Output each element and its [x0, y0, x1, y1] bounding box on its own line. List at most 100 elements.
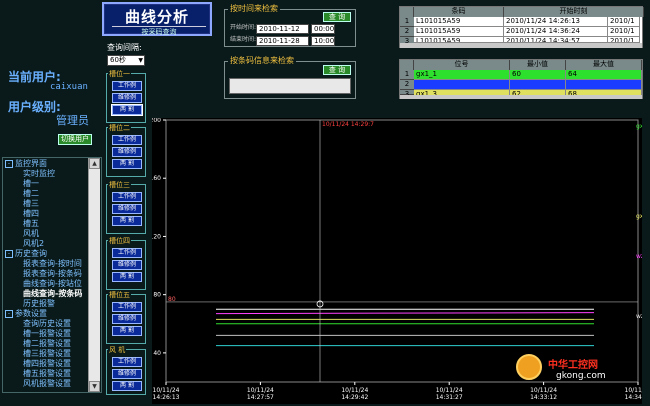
- table-cell[interactable]: L101015A59: [414, 17, 504, 27]
- start-time-field[interactable]: 00:00: [311, 24, 335, 34]
- barcode-col-header: 条码: [414, 7, 504, 17]
- table-cell: [414, 80, 510, 90]
- groove-button[interactable]: 维修例: [112, 147, 142, 157]
- groove-button[interactable]: 两 割: [112, 159, 142, 169]
- switch-user-button[interactable]: 切换用户: [58, 134, 92, 145]
- tree-group[interactable]: - 参数设置: [5, 309, 47, 318]
- tree-item[interactable]: 风机2: [23, 239, 44, 248]
- tree-item[interactable]: 报表查询-按条码: [23, 269, 82, 278]
- tree-item[interactable]: 查询历史设置: [23, 319, 71, 328]
- barcode-search-title: 按条码信息来检索: [228, 55, 296, 66]
- x-tick-date: 10/11/24: [153, 387, 180, 394]
- tree-item[interactable]: 报表查询-按时间: [23, 259, 82, 268]
- tree-item[interactable]: 槽一: [23, 179, 39, 188]
- groove-button[interactable]: 维修例: [112, 314, 142, 324]
- groove-button[interactable]: 维修例: [112, 93, 142, 103]
- table-cell[interactable]: 2010/1: [608, 27, 640, 37]
- tree-item-label: 风机报警设置: [23, 379, 71, 388]
- y-tick-label: 160: [152, 175, 161, 182]
- start-time-label: 开始时间:: [230, 24, 257, 31]
- tree-item[interactable]: 曲线查询-按条码: [23, 289, 82, 298]
- app-title-box: 曲线分析 按采码查询: [102, 2, 212, 36]
- start-date-field[interactable]: 2010-11-12: [256, 24, 309, 34]
- x-tick-time: 14:34:57: [625, 394, 642, 401]
- table-cell[interactable]: 2010/11/24 14:26:13: [504, 17, 608, 27]
- position-row-2[interactable]: [414, 80, 642, 90]
- groove-button[interactable]: 工作例: [112, 302, 142, 312]
- groove-button[interactable]: 两 割: [112, 216, 142, 226]
- barcode-query-button[interactable]: 查 询: [323, 65, 351, 75]
- tree-group[interactable]: - 监控界面: [5, 159, 47, 168]
- tree-item-label: 槽四: [23, 209, 39, 218]
- tree-item[interactable]: 槽五: [23, 219, 39, 228]
- tree-scrollbar[interactable]: ▲ ▼: [88, 158, 100, 392]
- tree-item[interactable]: 曲线查询-按站位: [23, 279, 82, 288]
- tree-item[interactable]: 实时监控: [23, 169, 55, 178]
- tree-item-label: 槽二: [23, 189, 39, 198]
- groove-button[interactable]: 工作例: [112, 135, 142, 145]
- tree-item[interactable]: 槽二: [23, 189, 39, 198]
- groove-button[interactable]: 工作例: [112, 81, 142, 91]
- barcode-input[interactable]: [229, 78, 351, 94]
- tree-item-label: 风机2: [23, 239, 45, 248]
- horizontal-scrollbar[interactable]: [400, 43, 642, 48]
- table-corner: [400, 60, 414, 70]
- scroll-up-icon[interactable]: ▲: [89, 158, 100, 169]
- tree-item-label: 曲线查询-按条码: [23, 289, 83, 298]
- time-query-button[interactable]: 查 询: [323, 12, 351, 22]
- right-axis-label: wz1_: [636, 313, 642, 320]
- tree-item-label: 监控界面: [15, 159, 47, 168]
- watermark-url: gkong.com: [556, 371, 606, 381]
- tree-item-label: 风机: [23, 229, 39, 238]
- query-interval-select[interactable]: 60秒 ▼: [107, 55, 145, 66]
- collapse-icon[interactable]: -: [5, 309, 13, 318]
- query-interval-label: 查询间隔:: [107, 43, 142, 52]
- groove-button[interactable]: 两 割: [111, 104, 143, 116]
- tree-item[interactable]: 槽一报警设置: [23, 329, 71, 338]
- tree-group[interactable]: - 历史查询: [5, 249, 47, 258]
- groove-title: 槽位二: [108, 123, 131, 133]
- table-cell[interactable]: L101015A59: [414, 27, 504, 37]
- groove-button[interactable]: 维修例: [112, 260, 142, 270]
- tree-item[interactable]: 槽四报警设置: [23, 359, 71, 368]
- groove-title: 槽位五: [108, 290, 131, 300]
- groove-button[interactable]: 工作例: [112, 248, 142, 258]
- tree-item[interactable]: 槽五报警设置: [23, 369, 71, 378]
- groove-button[interactable]: 工作例: [112, 357, 142, 367]
- end-date-field[interactable]: 2010-11-28: [256, 36, 309, 46]
- horizontal-scrollbar[interactable]: [400, 95, 642, 99]
- collapse-icon[interactable]: -: [5, 249, 13, 258]
- table-cell[interactable]: 2010/11/24 14:36:24: [504, 27, 608, 37]
- tree-item-label: 槽四报警设置: [23, 359, 71, 368]
- time-search-title: 按时间来检索: [228, 3, 280, 14]
- collapse-icon[interactable]: -: [5, 159, 13, 168]
- navigation-tree: - 监控界面 实时监控 槽一 槽二 槽三 槽四 槽五 风机 风机2- 历史查询 报表查询-按时间 报表查…: [2, 157, 102, 393]
- tree-item[interactable]: 槽四: [23, 209, 39, 218]
- groove-button[interactable]: 维修例: [112, 369, 142, 379]
- groove-button[interactable]: 两 割: [112, 326, 142, 336]
- x-tick-date: 10/11/24: [625, 387, 642, 394]
- table-cell: 60: [510, 70, 566, 80]
- groove-title: 槽位四: [108, 236, 131, 246]
- barcode-table: 条码 开始时刻 1 L101015A59 2010/11/24 14:26:13…: [399, 6, 644, 48]
- tree-item[interactable]: 历史报警: [23, 299, 55, 308]
- table-cell: gx1_1: [414, 70, 510, 80]
- table-cell[interactable]: 2010/1: [608, 17, 640, 27]
- groove-button[interactable]: 两 割: [112, 381, 142, 391]
- tree-item[interactable]: 槽二报警设置: [23, 339, 71, 348]
- groove-button[interactable]: 工作例: [112, 192, 142, 202]
- tree-item[interactable]: 风机: [23, 229, 39, 238]
- end-time-field[interactable]: 10:00: [311, 36, 335, 46]
- x-tick-date: 10/11/24: [341, 387, 368, 394]
- tree-item[interactable]: 槽三: [23, 199, 39, 208]
- groove-button[interactable]: 两 割: [112, 272, 142, 282]
- tree-item[interactable]: 风机报警设置: [23, 379, 71, 388]
- scroll-down-icon[interactable]: ▼: [89, 381, 100, 392]
- y-tick-label: 40: [153, 350, 161, 357]
- tree-item[interactable]: 槽三报警设置: [23, 349, 71, 358]
- groove-title: 槽位三: [108, 180, 131, 190]
- position-row-1[interactable]: gx1_1 60 64: [414, 70, 642, 80]
- groove-button[interactable]: 维修例: [112, 204, 142, 214]
- x-tick-date: 10/11/24: [530, 387, 557, 394]
- tree-item-label: 槽一报警设置: [23, 329, 71, 338]
